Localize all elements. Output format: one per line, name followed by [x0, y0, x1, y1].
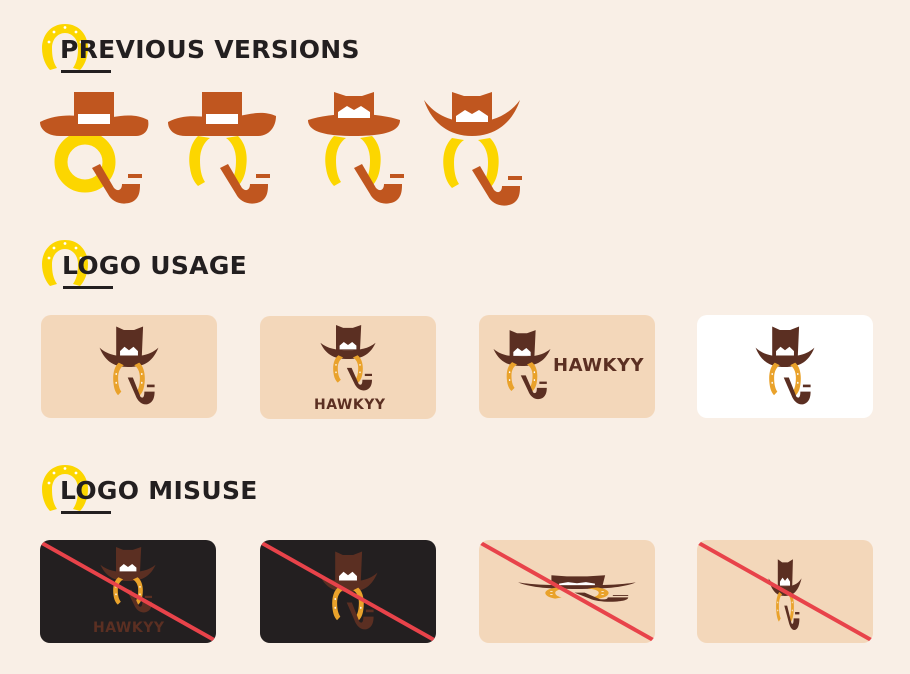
brand-mark — [491, 327, 553, 405]
strike-through-icon — [40, 540, 216, 643]
section-heading-logo-usage: LOGO USAGE — [40, 236, 440, 296]
strike-through-icon — [479, 540, 655, 643]
misuse-card-4 — [697, 540, 873, 643]
misuse-card-2 — [260, 540, 436, 643]
previous-logo-version-4 — [424, 90, 534, 210]
misuse-card-3 — [479, 540, 655, 643]
section-title: PREVIOUS VERSIONS — [60, 35, 360, 64]
section-title: LOGO MISUSE — [60, 476, 258, 505]
title-underline — [61, 511, 111, 514]
previous-logo-version-3 — [306, 90, 416, 210]
section-heading-logo-misuse: LOGO MISUSE — [40, 461, 440, 521]
brand-mark — [753, 323, 817, 411]
usage-card-horizontal: HAWKYY — [479, 315, 655, 418]
title-underline — [61, 70, 111, 73]
usage-card-white — [697, 315, 873, 418]
brand-mark — [318, 322, 378, 396]
misuse-card-1: HAWKYY — [40, 540, 216, 643]
strike-through-icon — [697, 540, 873, 643]
strike-through-icon — [260, 540, 436, 643]
wordmark: HAWKYY — [553, 355, 645, 376]
section-title: LOGO USAGE — [62, 251, 248, 280]
usage-card-mark-only — [41, 315, 217, 418]
title-underline — [63, 286, 113, 289]
previous-logo-version-2 — [168, 90, 278, 210]
usage-card-stacked: HAWKYY — [260, 316, 436, 419]
section-heading-previous-versions: PREVIOUS VERSIONS — [40, 20, 440, 80]
previous-logo-version-1 — [40, 90, 150, 210]
wordmark: HAWKYY — [314, 397, 386, 413]
brand-mark — [97, 323, 161, 411]
